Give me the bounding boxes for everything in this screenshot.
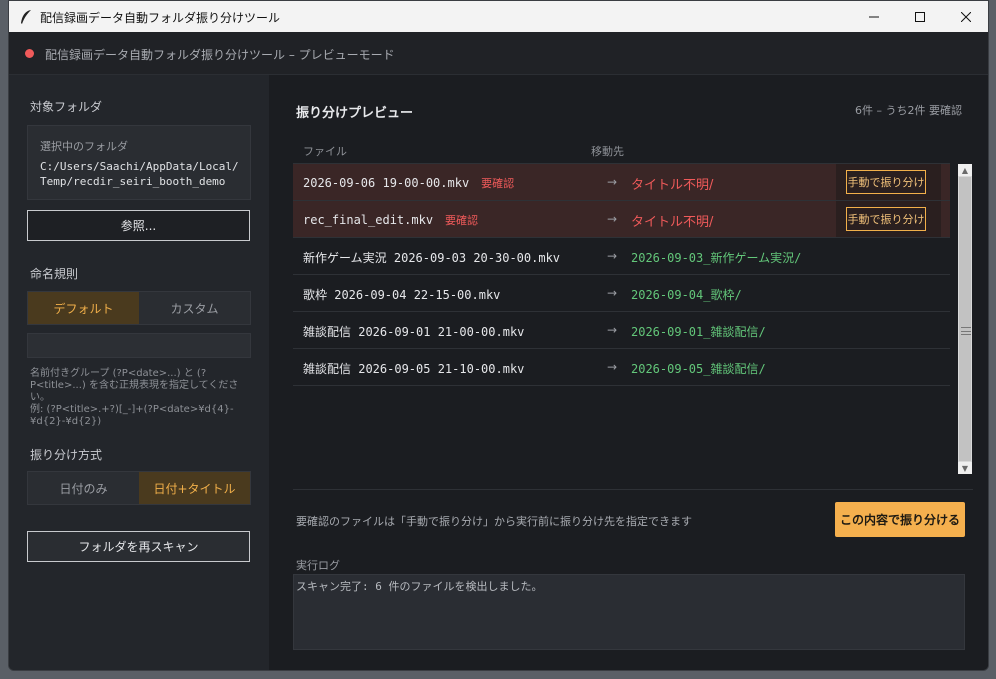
apply-sort-button[interactable]: この内容で振り分ける [835,502,965,537]
dest-column-header: 移動先 [591,145,624,158]
app-window: 配信録画データ自動フォルダ振り分けツール 配信録画データ自動フォルダ振り分けツー… [8,0,989,671]
destination-folder: 2026-09-04_歌枠/ [631,288,742,302]
destination-folder: タイトル不明/ [631,215,714,230]
table-row: rec_final_edit.mkv 要確認 → タイトル不明/手動で振り分け [293,201,950,238]
minimize-icon [869,16,879,17]
manual-sort-button[interactable]: 手動で振り分け [846,207,926,231]
close-button[interactable] [943,1,988,32]
file-name: 雑談配信 2026-09-05 21-10-00.mkv [303,362,525,376]
arrow-right-icon: → [607,286,618,300]
scroll-up-arrow-icon[interactable]: ▲ [958,164,972,176]
arrow-right-icon: → [607,323,618,337]
window-title: 配信録画データ自動フォルダ振り分けツール [40,11,281,25]
browse-button[interactable]: 参照... [27,210,250,241]
arrow-right-icon: → [607,360,618,374]
grip-icon [961,327,971,335]
needs-review-badge: 要確認 [445,214,479,227]
destination-folder: 2026-09-03_新作ゲーム実況/ [631,251,802,265]
scroll-down-arrow-icon[interactable]: ▼ [958,462,972,474]
preview-table: 2026-09-06 19-00-00.mkv 要確認 → タイトル不明/手動で振り分… [293,164,950,474]
selected-folder-box: 選択中のフォルダ C:/Users/Saachi/AppData/Local/ … [27,125,251,200]
scrollbar-thumb[interactable] [959,177,971,461]
status-header: 配信録画データ自動フォルダ振り分けツール – プレビューモード [9,32,988,75]
title-bar: 配信録画データ自動フォルダ振り分けツール [9,1,988,32]
feather-icon [21,10,31,24]
close-icon [961,11,971,22]
manual-sort-cell: 手動で振り分け [836,201,941,237]
section-divider [293,489,973,490]
sort-method-toggle: 日付のみ 日付+タイトル [27,471,251,505]
naming-default-option[interactable]: デフォルト [28,292,139,324]
target-folder-title: 対象フォルダ [30,100,103,114]
selected-folder-path: C:/Users/Saachi/AppData/Local/ Temp/recd… [40,160,239,188]
sort-method-title: 振り分け方式 [30,448,103,462]
file-name: rec_final_edit.mkv 要確認 [303,213,479,227]
manual-sort-hint: 要確認のファイルは「手動で振り分け」から実行前に振り分け先を指定できます [296,515,692,528]
needs-review-badge: 要確認 [481,177,515,190]
destination-folder: タイトル不明/ [631,178,714,193]
table-row: 2026-09-06 19-00-00.mkv 要確認 → タイトル不明/手動で振り分… [293,164,950,201]
file-count-summary: 6件 – うち2件 要確認 [855,104,962,117]
log-label: 実行ログ [296,559,340,572]
maximize-icon [915,11,925,22]
selected-folder-caption: 選択中のフォルダ [40,140,128,153]
file-name: 新作ゲーム実況 2026-09-03 20-30-00.mkv [303,251,561,265]
status-text: 配信録画データ自動フォルダ振り分けツール – プレビューモード [45,48,395,62]
arrow-right-icon: → [607,175,618,189]
table-row: 新作ゲーム実況 2026-09-03 20-30-00.mkv → 2026-09-… [293,238,950,275]
minimize-button[interactable] [851,1,897,32]
table-row: 雑談配信 2026-09-05 21-10-00.mkv → 2026-09-05_… [293,349,950,386]
destination-folder: 2026-09-05_雑談配信/ [631,362,766,376]
maximize-button[interactable] [897,1,943,32]
file-column-header: ファイル [303,145,347,158]
file-name: 歌枠 2026-09-04 22-15-00.mkv [303,288,501,302]
execution-log[interactable]: スキャン完了: 6 件のファイルを検出しました。 [293,574,965,650]
arrow-right-icon: → [607,212,618,226]
table-scrollbar[interactable]: ▲ ▼ [958,164,972,474]
status-dot-icon [25,49,34,58]
file-name: 雑談配信 2026-09-01 21-00-00.mkv [303,325,525,339]
arrow-right-icon: → [607,249,618,263]
table-row: 雑談配信 2026-09-01 21-00-00.mkv → 2026-09-01_… [293,312,950,349]
sort-date-title-option[interactable]: 日付+タイトル [139,472,250,504]
manual-sort-cell: 手動で振り分け [836,164,941,200]
naming-custom-option[interactable]: カスタム [139,292,250,324]
naming-rule-title: 命名規則 [30,267,79,281]
file-name: 2026-09-06 19-00-00.mkv 要確認 [303,176,515,190]
custom-regex-input[interactable] [27,333,251,358]
regex-help-text: 名前付きグループ (?P<date>...) と (?P<title>...) … [30,368,239,427]
rescan-button[interactable]: フォルダを再スキャン [27,531,250,562]
sidebar: 対象フォルダ 選択中のフォルダ C:/Users/Saachi/AppData/… [9,75,269,670]
manual-sort-button[interactable]: 手動で振り分け [846,170,926,194]
destination-folder: 2026-09-01_雑談配信/ [631,325,766,339]
main-panel: 振り分けプレビュー 6件 – うち2件 要確認 ファイル 移動先 2026-09… [269,75,988,670]
table-row: 歌枠 2026-09-04 22-15-00.mkv → 2026-09-04_歌枠… [293,275,950,312]
preview-heading: 振り分けプレビュー [296,106,414,121]
naming-rule-toggle: デフォルト カスタム [27,291,251,325]
sort-date-only-option[interactable]: 日付のみ [28,472,139,504]
